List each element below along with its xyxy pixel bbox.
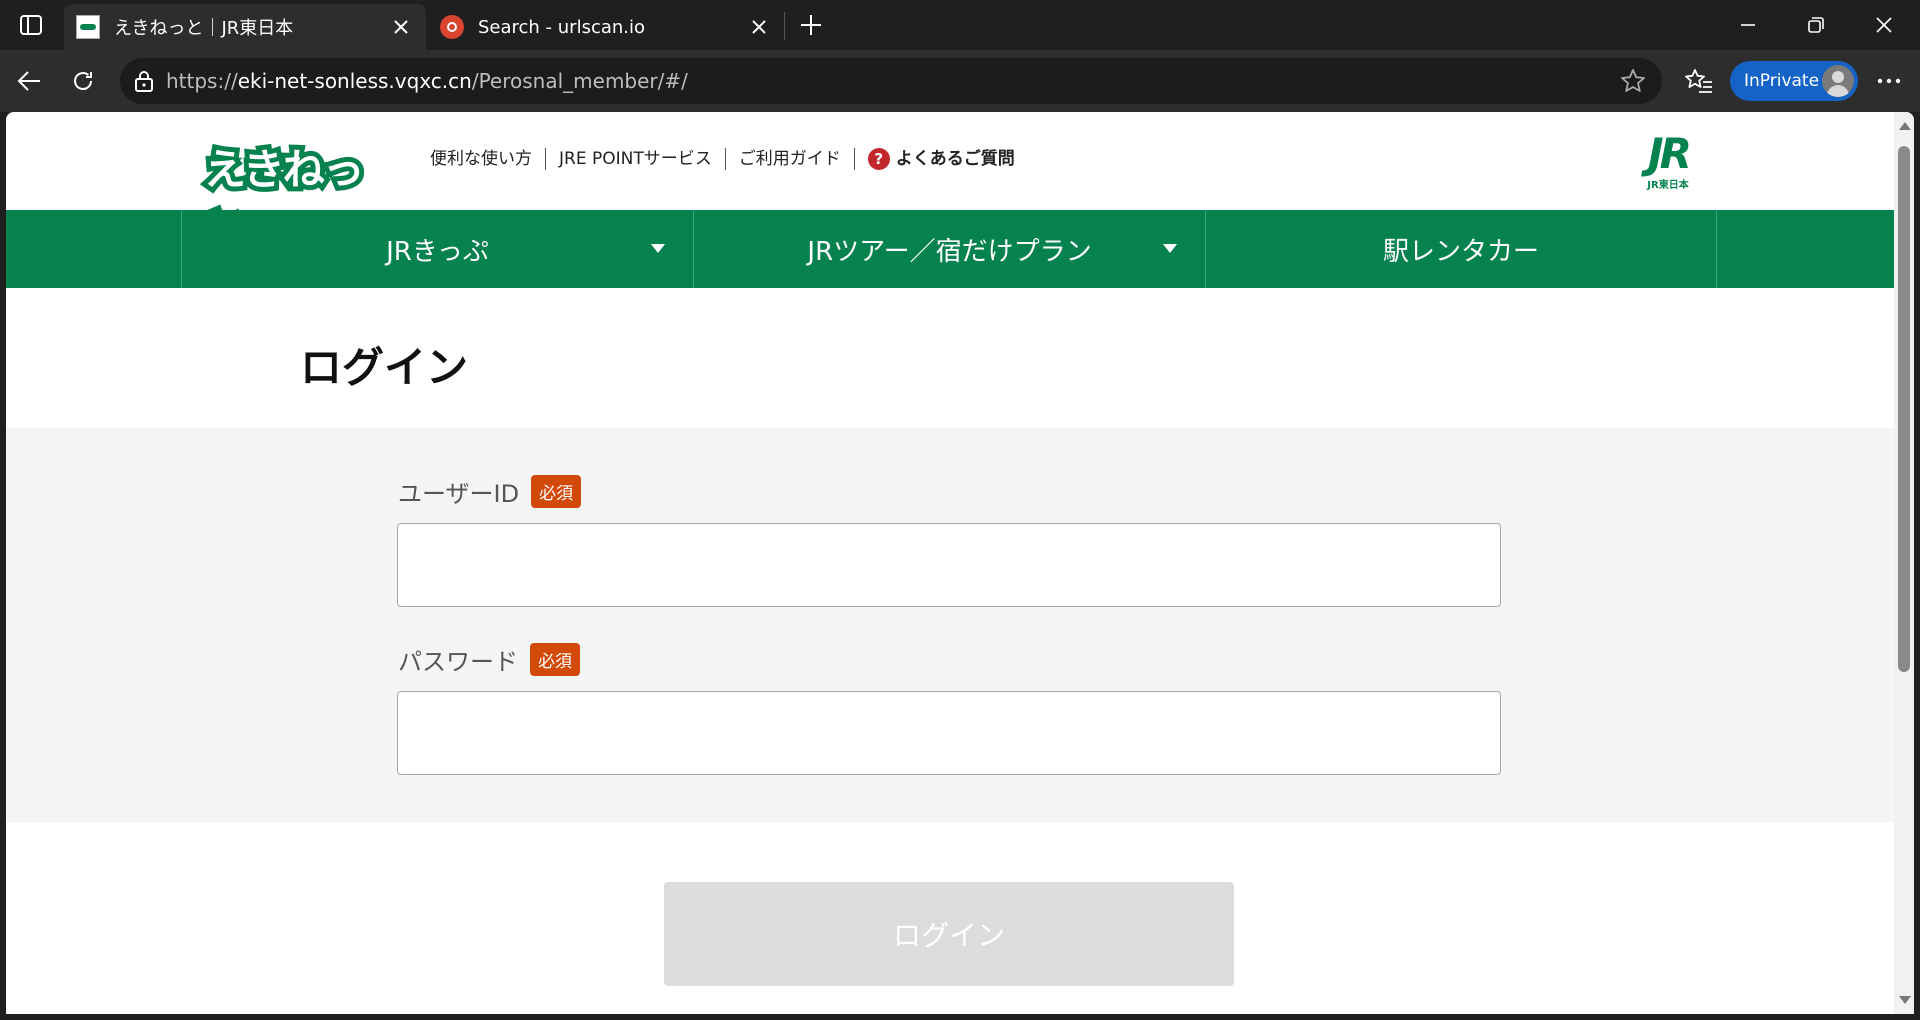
browser-toolbar: https://eki-net-sonless.vqxc.cn/Perosnal… xyxy=(0,50,1920,112)
address-url[interactable]: https://eki-net-sonless.vqxc.cn/Perosnal… xyxy=(166,69,688,93)
login-button[interactable]: ログイン xyxy=(664,882,1234,986)
urlscan-favicon-icon xyxy=(440,15,464,39)
url-host: eki-net-sonless.vqxc.cn xyxy=(237,69,472,93)
util-link-how-to-use[interactable]: 便利な使い方 xyxy=(420,148,545,170)
gnav-label: 駅レンタカー xyxy=(1382,236,1539,267)
page-title: ログイン xyxy=(300,343,469,392)
profile-avatar-icon xyxy=(1822,65,1854,97)
restore-button[interactable] xyxy=(1796,8,1836,42)
tab-urlscan[interactable]: Search - urlscan.io xyxy=(428,4,784,50)
tab-title: えきねっと｜JR東日本 xyxy=(114,18,294,39)
restore-icon xyxy=(1808,17,1824,33)
gnav-item-jr-tickets[interactable]: JRきっぷ xyxy=(181,210,693,288)
tab-actions-button[interactable] xyxy=(12,10,50,40)
scroll-up-arrow-icon[interactable] xyxy=(1899,122,1911,130)
gnav-item-jr-tours[interactable]: JRツアー／宿だけプラン xyxy=(693,210,1205,288)
plus-icon xyxy=(801,15,821,35)
jr-east-logo[interactable]: JR JR東日本 xyxy=(1628,129,1708,192)
star-icon xyxy=(1621,69,1645,92)
tab-close-button[interactable] xyxy=(746,14,772,40)
favorite-star-button[interactable] xyxy=(1620,68,1646,98)
tab-title: Search - urlscan.io xyxy=(478,16,646,38)
minimize-button[interactable] xyxy=(1728,8,1768,42)
refresh-icon xyxy=(74,72,92,90)
scroll-down-arrow-icon[interactable] xyxy=(1899,996,1911,1004)
page-viewport: えきねっと 便利な使い方 JRE POINTサービス ご利用ガイド ? よくある… xyxy=(6,112,1914,1014)
close-icon xyxy=(1876,17,1892,33)
ekinet-favicon-icon xyxy=(76,15,100,39)
tab-ekinet[interactable]: えきねっと｜JR東日本 xyxy=(64,4,426,50)
user-id-label: ユーザーID 必須 xyxy=(398,474,582,509)
required-badge: 必須 xyxy=(531,475,582,508)
back-button[interactable] xyxy=(12,64,46,98)
favorites-button[interactable] xyxy=(1682,64,1716,98)
minimize-icon xyxy=(1741,24,1755,26)
gnav-label: JRツアー／宿だけプラン xyxy=(807,236,1092,267)
tab-close-button[interactable] xyxy=(388,14,414,40)
password-input[interactable] xyxy=(397,691,1501,775)
window-close-button[interactable] xyxy=(1864,8,1904,42)
password-label: パスワード 必須 xyxy=(398,642,580,677)
util-link-jre-point[interactable]: JRE POINTサービス xyxy=(545,148,725,170)
close-icon xyxy=(394,20,408,34)
tab-actions-icon xyxy=(20,15,42,35)
url-scheme: https:// xyxy=(166,69,238,93)
ekinet-logo[interactable]: えきねっと xyxy=(198,130,398,260)
required-badge: 必須 xyxy=(530,643,580,676)
global-navigation: JRきっぷ JRツアー／宿だけプラン 駅レンタカー xyxy=(6,210,1894,288)
tab-separator xyxy=(784,12,785,40)
gnav-item-rental-car[interactable]: 駅レンタカー xyxy=(1205,210,1717,288)
refresh-button[interactable] xyxy=(66,64,100,98)
close-icon xyxy=(752,20,766,34)
caret-down-icon xyxy=(651,244,665,253)
back-arrow-icon xyxy=(17,71,40,91)
settings-more-button[interactable] xyxy=(1872,64,1906,98)
favorites-list-icon xyxy=(1685,69,1712,93)
user-id-label-text: ユーザーID xyxy=(398,480,520,508)
faq-label: よくあるご質問 xyxy=(895,149,1015,169)
caret-down-icon xyxy=(1163,244,1177,253)
new-tab-button[interactable] xyxy=(796,10,826,40)
password-label-text: パスワード xyxy=(398,648,518,676)
address-bar[interactable]: https://eki-net-sonless.vqxc.cn/Perosnal… xyxy=(120,58,1662,104)
inprivate-label: InPrivate xyxy=(1744,71,1820,91)
browser-tab-strip: えきねっと｜JR東日本 Search - urlscan.io xyxy=(0,0,1920,50)
scroll-thumb[interactable] xyxy=(1898,146,1910,672)
gnav-label: JRきっぷ xyxy=(386,236,489,267)
utility-links: 便利な使い方 JRE POINTサービス ご利用ガイド ? よくあるご質問 xyxy=(420,148,1028,170)
url-path: /Perosnal_member/#/ xyxy=(471,69,688,93)
inprivate-profile-button[interactable]: InPrivate xyxy=(1730,61,1858,101)
jr-logo-mark: JR xyxy=(1648,129,1692,178)
user-id-input[interactable] xyxy=(397,523,1501,607)
jr-logo-subtitle: JR東日本 xyxy=(1647,180,1689,191)
question-icon: ? xyxy=(867,148,890,170)
util-link-faq[interactable]: ? よくあるご質問 xyxy=(853,148,1028,170)
page-scrollbar[interactable] xyxy=(1894,112,1914,1014)
site-info-lock-icon xyxy=(135,71,153,92)
more-dots-icon xyxy=(1877,78,1901,84)
util-link-guide[interactable]: ご利用ガイド xyxy=(724,148,854,170)
site-header: えきねっと 便利な使い方 JRE POINTサービス ご利用ガイド ? よくある… xyxy=(6,112,1894,260)
